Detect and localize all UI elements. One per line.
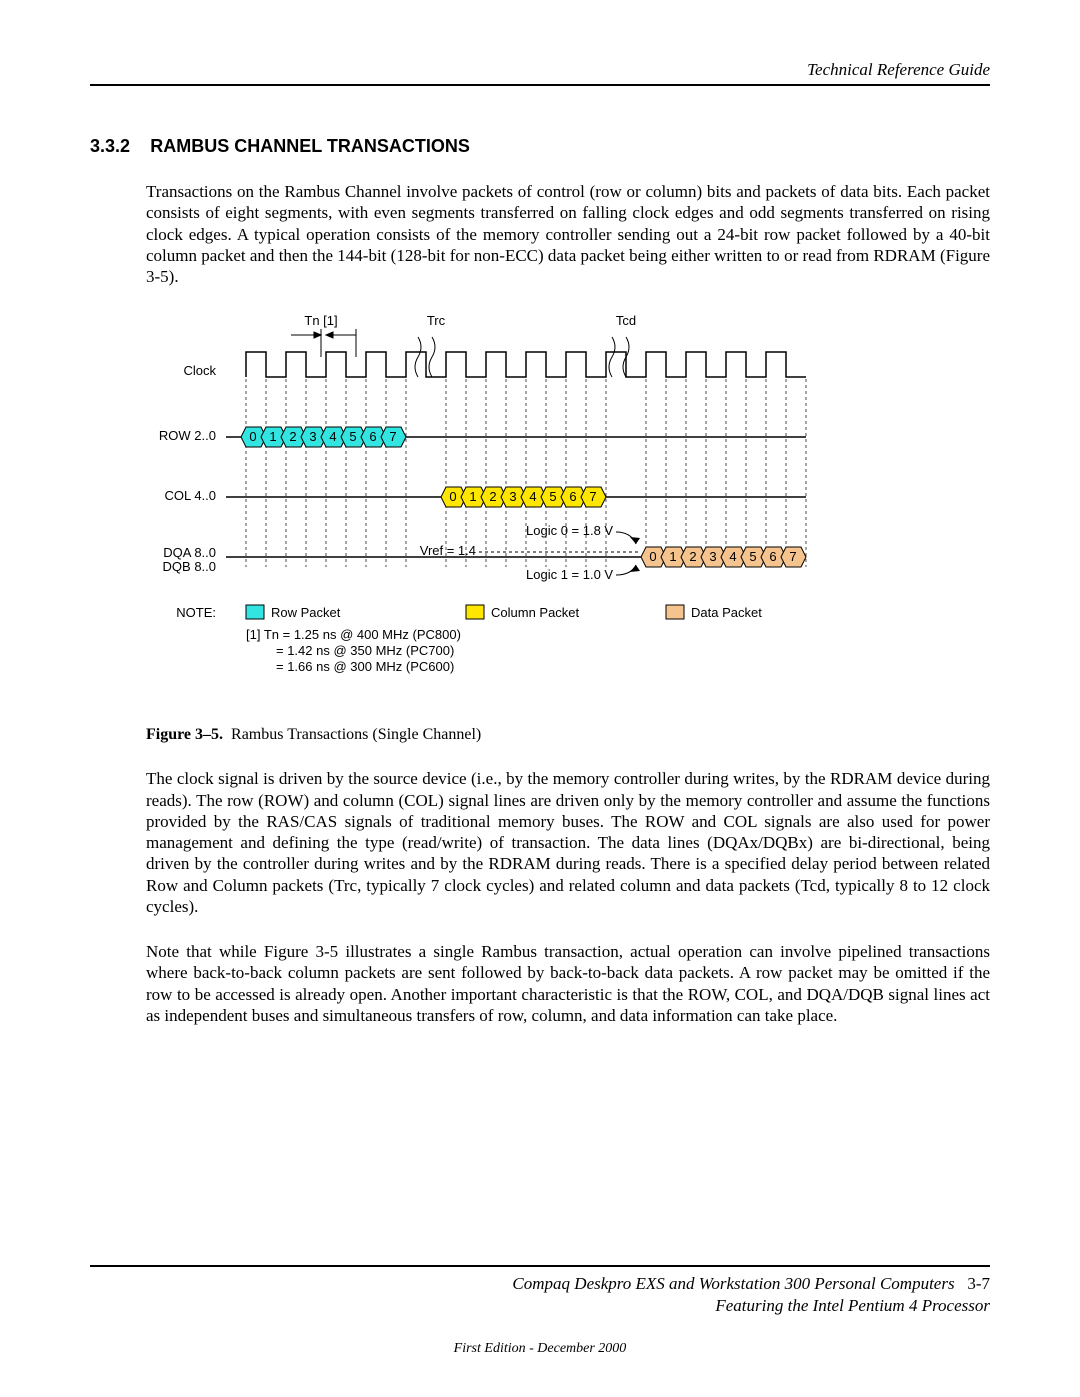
note-line-3: = 1.66 ns @ 300 MHz (PC600)	[276, 659, 454, 674]
footer-line1: Compaq Deskpro EXS and Workstation 300 P…	[512, 1274, 954, 1293]
legend-row-swatch	[246, 605, 264, 619]
edition-line: First Edition - December 2000	[0, 1341, 1080, 1357]
label-vref: Vref = 1.4	[420, 543, 476, 558]
svg-text:0: 0	[449, 489, 456, 504]
svg-text:1: 1	[269, 429, 276, 444]
svg-text:0: 0	[249, 429, 256, 444]
svg-text:7: 7	[589, 489, 596, 504]
svg-text:6: 6	[369, 429, 376, 444]
row-packet-hexes: 0 1 2 3 4 5 6 7	[241, 427, 406, 447]
label-col: COL 4..0	[164, 488, 216, 503]
clock-waveform-icon	[246, 352, 806, 377]
footer-text: Compaq Deskpro EXS and Workstation 300 P…	[90, 1273, 990, 1317]
break-curve-icon	[415, 337, 421, 377]
page-number: 3-7	[967, 1274, 990, 1293]
svg-text:2: 2	[689, 549, 696, 564]
timing-diagram: Tn [1] Trc Tcd Clock ROW 2..0 0	[146, 307, 906, 707]
svg-text:2: 2	[489, 489, 496, 504]
svg-text:4: 4	[729, 549, 736, 564]
label-tn: Tn [1]	[304, 313, 337, 328]
svg-text:2: 2	[289, 429, 296, 444]
label-note: NOTE:	[176, 605, 216, 620]
note-line-1: [1] Tn = 1.25 ns @ 400 MHz (PC800)	[246, 627, 461, 642]
svg-text:3: 3	[309, 429, 316, 444]
label-dqb: DQB 8..0	[163, 559, 216, 574]
svg-text:5: 5	[749, 549, 756, 564]
figure-3-5: Tn [1] Trc Tcd Clock ROW 2..0 0	[146, 307, 990, 712]
paragraph-1: Transactions on the Rambus Channel invol…	[146, 181, 990, 287]
dashed-guides-icon	[246, 379, 806, 567]
label-tcd: Tcd	[616, 313, 636, 328]
svg-text:3: 3	[709, 549, 716, 564]
section-title: RAMBUS CHANNEL TRANSACTIONS	[150, 136, 470, 157]
svg-text:4: 4	[329, 429, 336, 444]
svg-text:6: 6	[769, 549, 776, 564]
figure-label: Figure 3–5.	[146, 726, 223, 743]
legend-col-swatch	[466, 605, 484, 619]
legend-row-label: Row Packet	[271, 605, 341, 620]
paragraph-3: Note that while Figure 3-5 illustrates a…	[146, 941, 990, 1026]
svg-text:1: 1	[669, 549, 676, 564]
footer-line2: Featuring the Intel Pentium 4 Processor	[715, 1296, 990, 1315]
note-line-2: = 1.42 ns @ 350 MHz (PC700)	[276, 643, 454, 658]
section-number: 3.3.2	[90, 136, 146, 157]
label-row: ROW 2..0	[159, 428, 216, 443]
break-curve-icon	[429, 337, 435, 377]
legend-data-label: Data Packet	[691, 605, 762, 620]
label-logic1: Logic 1 = 1.0 V	[526, 567, 613, 582]
label-trc: Trc	[427, 313, 446, 328]
data-packet-hexes: 0 1 2 3 4 5 6 7	[641, 547, 806, 567]
paragraph-2: The clock signal is driven by the source…	[146, 768, 990, 917]
figure-caption: Figure 3–5. Rambus Transactions (Single …	[146, 726, 990, 744]
header-right: Technical Reference Guide	[807, 60, 990, 79]
section-heading: 3.3.2 RAMBUS CHANNEL TRANSACTIONS	[90, 136, 990, 157]
svg-text:7: 7	[789, 549, 796, 564]
label-logic0: Logic 0 = 1.8 V	[526, 523, 613, 538]
label-clock: Clock	[183, 363, 216, 378]
legend-col-label: Column Packet	[491, 605, 580, 620]
figure-text: Rambus Transactions (Single Channel)	[231, 726, 481, 743]
svg-text:7: 7	[389, 429, 396, 444]
break-curve-icon	[609, 337, 615, 377]
svg-text:0: 0	[649, 549, 656, 564]
col-packet-hexes: 0 1 2 3 4 5 6 7	[441, 487, 606, 507]
legend-data-swatch	[666, 605, 684, 619]
page-header: Technical Reference Guide	[90, 60, 990, 86]
label-dqa: DQA 8..0	[163, 545, 216, 560]
svg-text:6: 6	[569, 489, 576, 504]
svg-text:4: 4	[529, 489, 536, 504]
footer-rule	[90, 1265, 990, 1267]
svg-text:1: 1	[469, 489, 476, 504]
svg-text:3: 3	[509, 489, 516, 504]
svg-text:5: 5	[549, 489, 556, 504]
svg-text:5: 5	[349, 429, 356, 444]
